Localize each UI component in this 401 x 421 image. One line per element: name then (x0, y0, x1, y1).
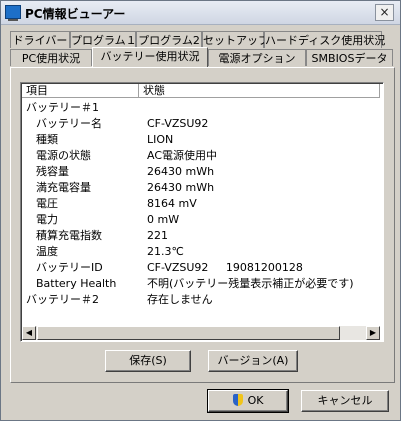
ok-button[interactable]: OK (207, 389, 289, 413)
list-item[interactable]: バッテリーID CF-VZSU92 19081200128 (22, 260, 380, 276)
list-item[interactable]: バッテリー＃1 (22, 100, 380, 116)
item-label: 種類 (36, 133, 58, 146)
item-label: 電源の状態 (36, 149, 91, 162)
scroll-thumb[interactable] (37, 326, 340, 340)
tab-tabs_row2-3[interactable]: SMBIOSデータ (306, 49, 393, 66)
ok-label: OK (247, 394, 264, 407)
item-label: バッテリー＃1 (26, 101, 99, 114)
list-item[interactable]: バッテリー名 CF-VZSU92 (22, 116, 380, 132)
list-rows: バッテリー＃1 バッテリー名 CF-VZSU92 種類 LION 電源の状態 AC電源使用中… (22, 100, 380, 308)
item-label: 電圧 (36, 197, 58, 210)
list-item[interactable]: Battery Health 不明(バッテリー残量表示補正が必要です) (22, 276, 380, 292)
list-header: 項目 状態 (22, 84, 380, 99)
list-item[interactable]: 残容量 26430 mWh (22, 164, 380, 180)
tab-tabs_row2-1[interactable]: バッテリー使用状況 (92, 47, 208, 67)
scroll-right-icon[interactable]: ▶ (366, 326, 380, 340)
item-label: 残容量 (36, 165, 69, 178)
window-title: PC情報ビューアー (25, 7, 126, 21)
tab-tabs_row1-4[interactable]: ハードディスク使用状況 (264, 31, 385, 48)
version-button[interactable]: バージョン(A) (208, 350, 298, 372)
battery-list[interactable]: 項目 状態 バッテリー＃1 バッテリー名 CF-VZSU92 種類 LION 電源の状態 A… (20, 82, 384, 342)
list-item[interactable]: 電圧 8164 mV (22, 196, 380, 212)
item-value: 0 mW (147, 213, 180, 226)
close-button[interactable]: × (375, 4, 394, 21)
list-item[interactable]: バッテリー＃2 存在しません (22, 292, 380, 308)
tab-tabs_row2-0[interactable]: PC使用状況 (10, 49, 92, 66)
list-item[interactable]: 満充電容量 26430 mWh (22, 180, 380, 196)
item-value: 8164 mV (147, 197, 197, 210)
item-label: 満充電容量 (36, 181, 91, 194)
list-item[interactable]: 電力 0 mW (22, 212, 380, 228)
title-bar: PC情報ビューアー × (1, 1, 400, 25)
item-value: LION (147, 133, 174, 146)
item-value: 21.3℃ (147, 245, 184, 258)
item-value: AC電源使用中 (147, 149, 218, 162)
list-item[interactable]: 電源の状態 AC電源使用中 (22, 148, 380, 164)
list-item[interactable]: 種類 LION (22, 132, 380, 148)
item-label: 積算充電指数 (36, 229, 102, 242)
item-label: バッテリー＃2 (26, 293, 99, 306)
column-header-item[interactable]: 項目 (22, 84, 139, 98)
tab-tabs_row1-0[interactable]: ドライバー (10, 31, 70, 48)
tab-tabs_row2-2[interactable]: 電源オプション (208, 49, 306, 66)
item-value: 存在しません (147, 293, 213, 306)
tab-tabs_row1-3[interactable]: セットアップ (202, 31, 269, 48)
list-item[interactable]: 温度 21.3℃ (22, 244, 380, 260)
horizontal-scrollbar[interactable]: ◀ ▶ (22, 326, 380, 340)
item-value: 26430 mWh (147, 181, 215, 194)
tab-tabs_row1-1[interactable]: プログラム１ (70, 31, 137, 48)
item-value: CF-VZSU92 19081200128 (147, 261, 303, 274)
item-value: 26430 mWh (147, 165, 215, 178)
item-label: バッテリーID (36, 261, 103, 274)
item-value: 221 (147, 229, 168, 242)
item-label: Battery Health (36, 277, 117, 290)
shield-icon (232, 394, 243, 406)
item-label: 電力 (36, 213, 58, 226)
item-value: CF-VZSU92 (147, 117, 209, 130)
computer-icon (5, 5, 21, 21)
list-item[interactable]: 積算充電指数 221 (22, 228, 380, 244)
tab-tabs_row1-2[interactable]: プログラム2 (136, 31, 202, 48)
app-window: PC情報ビューアー × ドライバー プログラム１ プログラム2 セットアップ ハードディ… (0, 0, 401, 421)
cancel-button[interactable]: キャンセル (301, 390, 389, 412)
scroll-left-icon[interactable]: ◀ (22, 326, 36, 340)
item-label: バッテリー名 (36, 117, 102, 130)
item-label: 温度 (36, 245, 58, 258)
column-header-status[interactable]: 状態 (139, 84, 380, 98)
tab-row-bottom: PC使用状況 バッテリー使用状況 電源オプション SMBIOSデータ (10, 47, 393, 67)
item-value: 不明(バッテリー残量表示補正が必要です) (147, 277, 354, 290)
save-button[interactable]: 保存(S) (105, 350, 191, 372)
